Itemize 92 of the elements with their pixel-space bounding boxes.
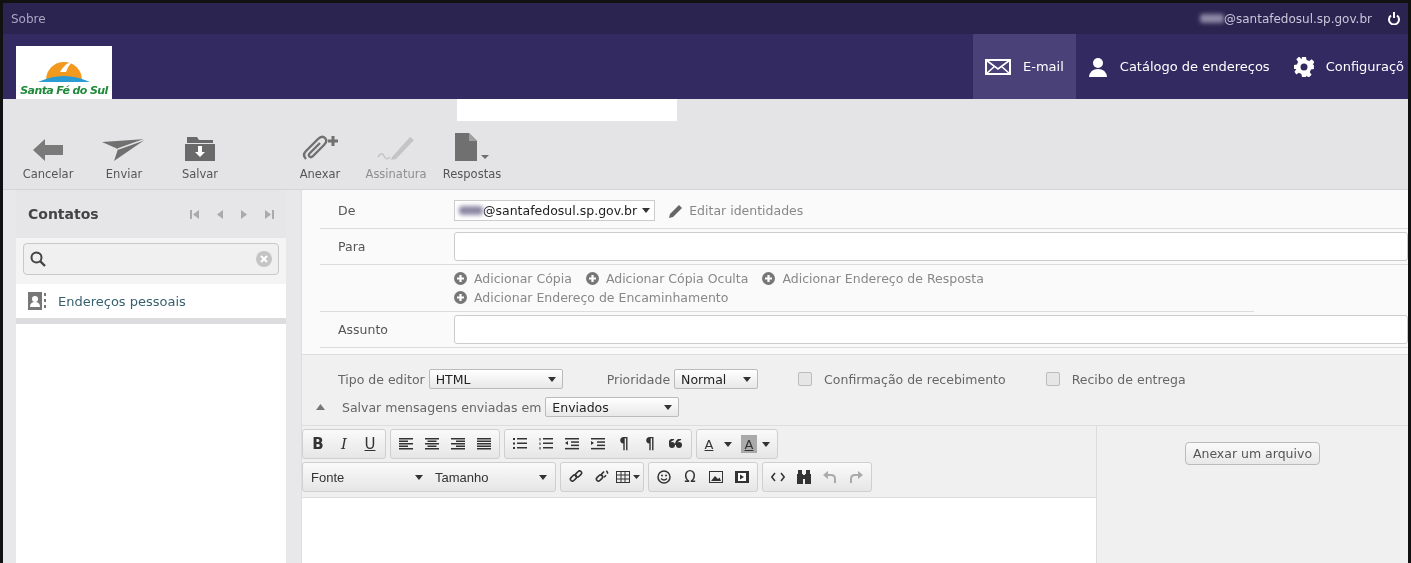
field-label: De [337, 203, 357, 218]
toolbar-button[interactable]: Respostas [441, 125, 503, 181]
priority-select[interactable]: Normal [674, 369, 759, 389]
italic-button[interactable]: I [331, 432, 357, 456]
paragraph-direction-button[interactable]: ¶ [611, 432, 637, 456]
indent-icon [565, 438, 579, 450]
paragraph-direction-button[interactable]: ¶ [637, 432, 663, 456]
nav-tab[interactable]: Catálogo de endereços [1075, 34, 1282, 99]
nav-tab[interactable]: E-mail [973, 34, 1076, 99]
text-color-button[interactable]: A [699, 432, 719, 456]
plus-circle-icon [454, 291, 467, 304]
toolbar-button[interactable]: Anexar [289, 125, 351, 181]
align-icon [477, 438, 491, 450]
dropdown-caret-icon [642, 208, 651, 213]
numbered-list-icon [539, 438, 553, 450]
caret-icon [415, 474, 423, 480]
indent-icon [591, 438, 605, 450]
field-label: Assunto [337, 322, 389, 337]
background-color-button[interactable]: A [741, 435, 757, 453]
document-dropdown-icon [455, 133, 489, 161]
toolbar-button[interactable]: Salvar [169, 125, 231, 181]
blurred-text [1199, 14, 1224, 23]
dropdown-caret-icon [547, 376, 556, 382]
link-icon [569, 470, 583, 484]
attach-file-button[interactable]: Anexar um arquivo [1184, 442, 1321, 465]
address-book-item[interactable]: Endereços pessoais [16, 284, 286, 324]
user-email: @santafedosul.sp.gov.br [1223, 11, 1372, 26]
logout-icon[interactable] [1388, 12, 1400, 25]
recipient-field[interactable] [454, 232, 1408, 261]
edit-identities-link[interactable]: Editar identidades [669, 203, 804, 218]
checkbox-label: Recibo de entrega [1071, 371, 1186, 387]
checkbox[interactable] [798, 372, 813, 386]
paperclip-plus-icon [302, 135, 338, 161]
collapse-icon[interactable] [316, 404, 325, 410]
font-select[interactable]: Fonte [305, 469, 429, 485]
checkbox-label: Confirmação de recebimento [824, 371, 1006, 387]
subject-field[interactable] [454, 315, 1408, 344]
sent-folder-select[interactable]: Enviados [545, 397, 680, 417]
smiley-icon [657, 470, 671, 484]
option-label: Prioridade [606, 371, 671, 387]
bold-button[interactable]: B [305, 432, 331, 456]
field-label: Para [337, 239, 367, 254]
plus-circle-icon [454, 272, 467, 285]
back-arrow-icon [33, 139, 63, 161]
caret-icon [762, 441, 770, 447]
editor-type-select[interactable]: HTML [428, 369, 563, 389]
table-icon [616, 471, 640, 483]
address-book-icon [28, 292, 46, 310]
align-icon [451, 438, 465, 450]
broken-link-icon [595, 470, 609, 484]
align-icon [425, 438, 439, 450]
signature-pen-icon [376, 135, 416, 161]
quote-icon [669, 439, 683, 449]
toolbar-button[interactable]: Enviar [93, 125, 155, 181]
panel-title: Contatos [28, 206, 99, 222]
add-field-link[interactable]: Adicionar Cópia Oculta [585, 271, 749, 286]
nav-tab[interactable]: Configuraçõ [1281, 34, 1408, 99]
paper-plane-icon [102, 139, 146, 161]
special-character-button[interactable]: Ω [677, 465, 703, 489]
search-field[interactable] [23, 243, 279, 275]
code-icon [771, 472, 785, 482]
image-icon [709, 471, 723, 483]
search-icon [30, 251, 46, 267]
add-field-link[interactable]: Adicionar Endereço de Resposta [762, 271, 984, 286]
checkbox[interactable] [1045, 372, 1060, 386]
option-label: Salvar mensagens enviadas em [342, 399, 542, 415]
plus-circle-icon [762, 272, 776, 285]
option-label: Tipo de editor [338, 371, 425, 387]
font-select[interactable]: Tamanho [429, 469, 553, 485]
logo: Santa Fé do Sul [16, 46, 112, 99]
about-link[interactable]: Sobre [11, 11, 46, 26]
toolbar-button[interactable]: Cancelar [17, 125, 79, 181]
list-icon [513, 438, 527, 450]
dropdown-caret-icon [743, 376, 752, 382]
film-icon [735, 471, 749, 483]
save-folder-icon [185, 137, 215, 161]
caret-icon [724, 441, 732, 447]
pencil-icon [669, 203, 684, 218]
underline-button[interactable]: U [357, 432, 383, 456]
add-field-link[interactable]: Adicionar Cópia [454, 271, 572, 286]
envelope-icon [985, 58, 1012, 75]
align-icon [399, 438, 413, 450]
redo-icon [849, 471, 863, 483]
person-icon [1087, 56, 1108, 77]
settings-icon [1293, 56, 1314, 77]
dropdown-caret-icon [664, 404, 673, 410]
plus-circle-icon [585, 272, 599, 285]
undo-icon [823, 471, 837, 483]
binoculars-icon [797, 470, 811, 484]
add-field-link[interactable]: Adicionar Endereço de Encaminhamento [454, 290, 729, 305]
from-select[interactable]: @santafedosul.sp.gov.br [454, 200, 656, 221]
caret-icon [539, 474, 547, 480]
